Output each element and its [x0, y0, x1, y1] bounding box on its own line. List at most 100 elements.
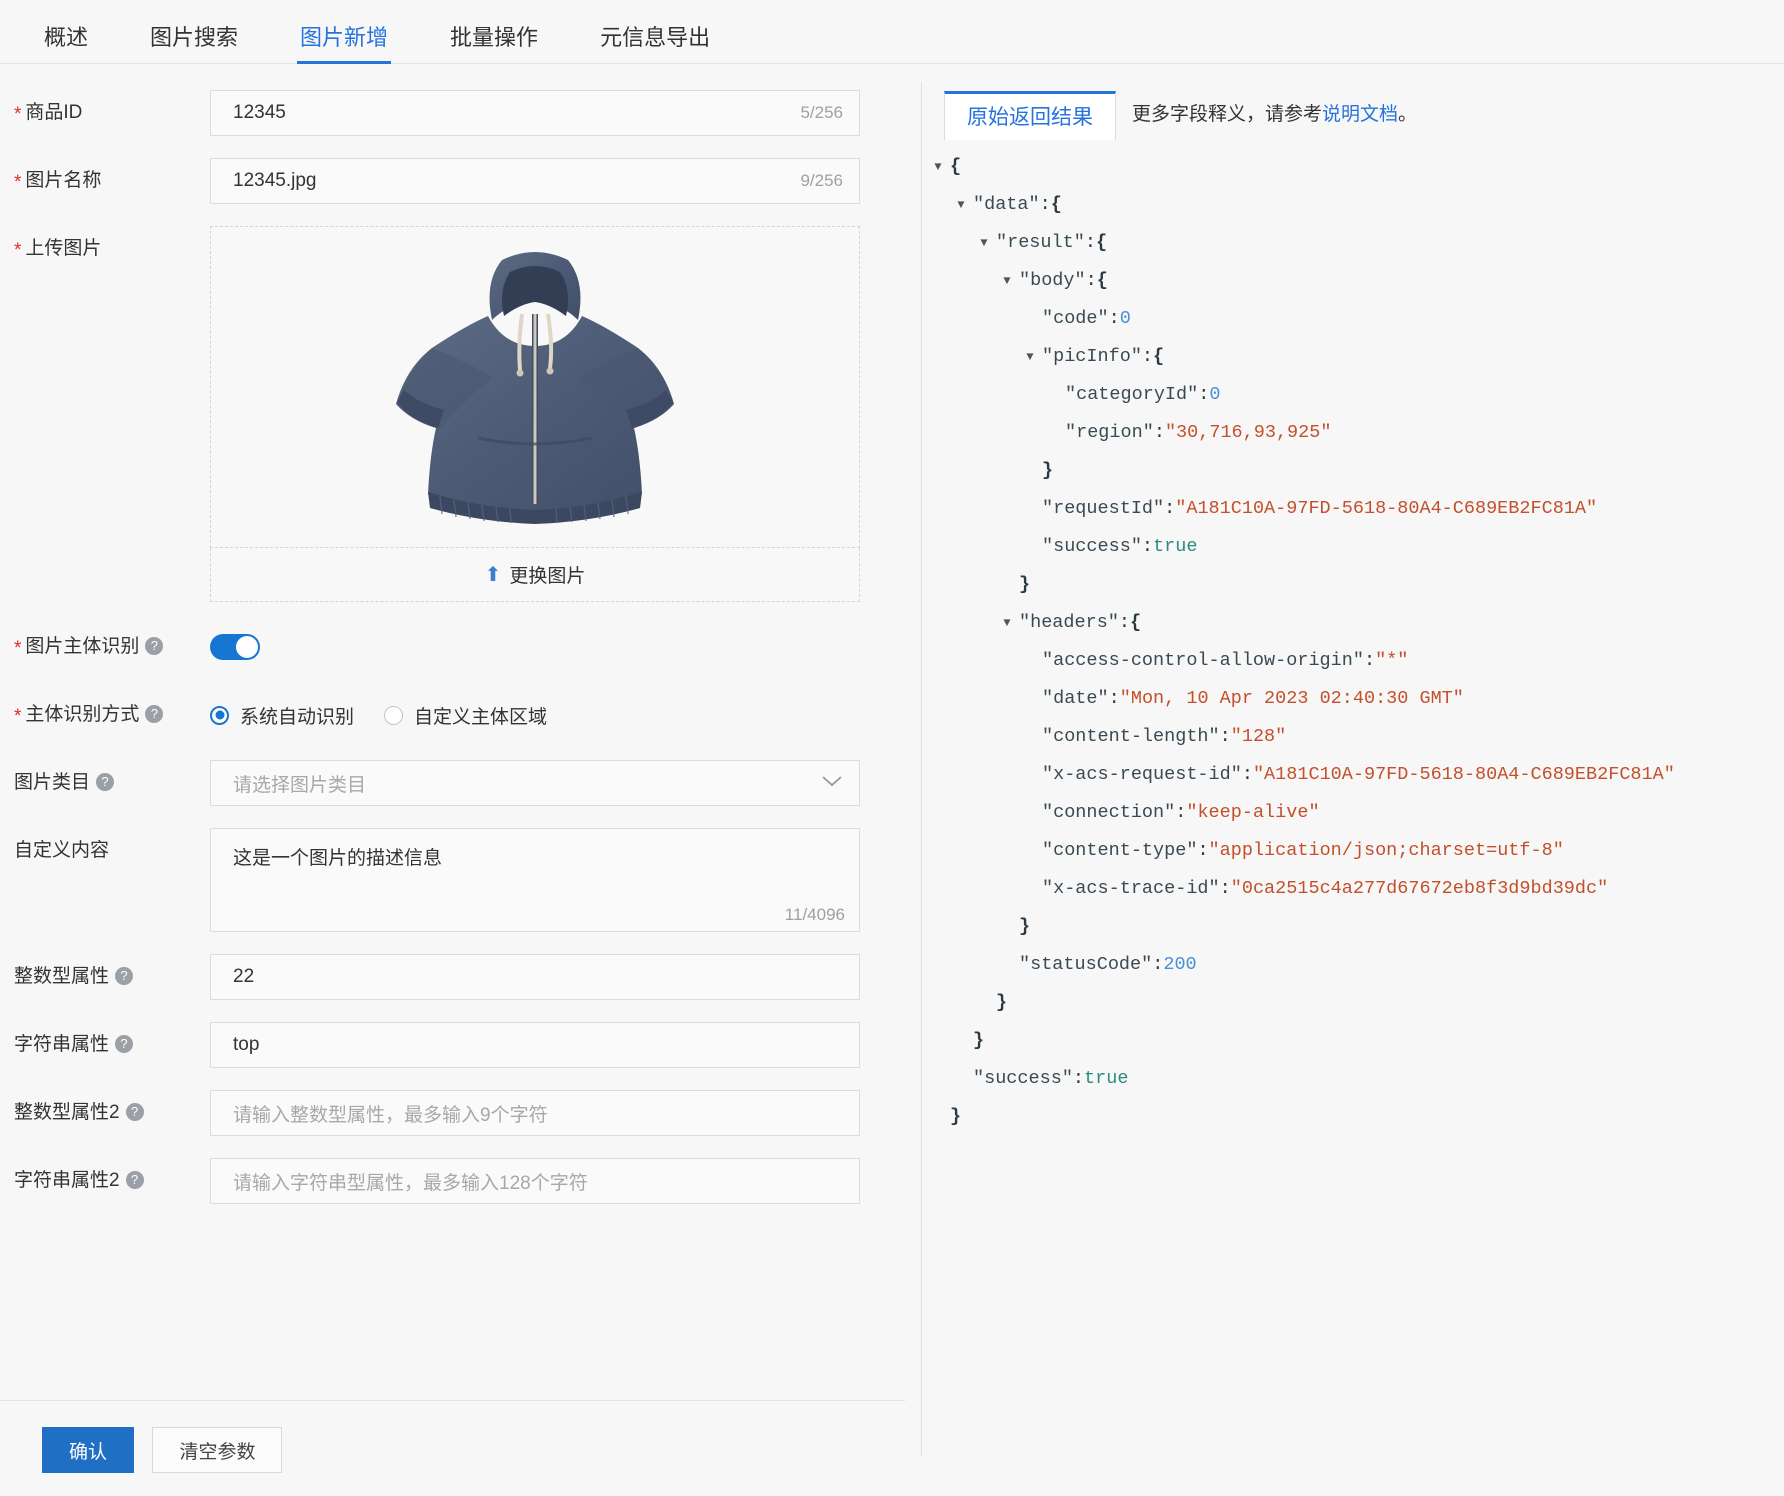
- json-value: {: [1095, 232, 1108, 253]
- json-value: "A181C10A-97FD-5618-80A4-C689EB2FC81A": [1252, 764, 1675, 785]
- json-value: "*": [1375, 650, 1409, 671]
- help-icon[interactable]: ?: [145, 705, 164, 723]
- tab-batch-operation[interactable]: 批量操作: [450, 27, 538, 63]
- int-attr-input[interactable]: 22: [210, 954, 860, 1000]
- replace-image-button[interactable]: ⬆ 更换图片: [210, 548, 860, 602]
- json-line: "x-acs-request-id" : "A181C10A-97FD-5618…: [930, 756, 1784, 794]
- tab-raw-result[interactable]: 原始返回结果: [944, 91, 1116, 140]
- required-star: *: [14, 240, 22, 261]
- json-separator: :: [1072, 1068, 1085, 1089]
- image-name-counter: 9/256: [800, 171, 843, 190]
- json-key: "access-control-allow-origin": [1042, 650, 1364, 671]
- label-str-attr2: 字符串属性2?: [14, 1158, 210, 1204]
- json-line: "content-length" : "128": [930, 718, 1784, 756]
- label-product-id: * 商品ID: [14, 102, 83, 125]
- form-row-image-name: * 图片名称 12345.jpg 9/256: [0, 158, 905, 204]
- int-attr2-input[interactable]: 请输入整数型属性，最多输入9个字符: [210, 1090, 860, 1136]
- field-custom-content: 这是一个图片的描述信息 11/4096: [210, 828, 860, 932]
- disclosure-triangle-icon[interactable]: ▼: [930, 148, 946, 186]
- label-upload-image: * 上传图片: [14, 238, 102, 261]
- field-int-attr: 22: [210, 954, 860, 1000]
- form-row-product-id: * 商品ID 12345 5/256: [0, 90, 905, 136]
- tab-meta-export[interactable]: 元信息导出: [600, 27, 710, 63]
- field-image-name: 12345.jpg 9/256: [210, 158, 860, 204]
- form-row-category: 图片类目? 请选择图片类目: [0, 760, 905, 806]
- help-icon[interactable]: ?: [115, 1035, 134, 1053]
- page-content: * 商品ID 12345 5/256 * 图片名称 12345.jpg 9/256: [0, 64, 1784, 1496]
- json-separator: :: [1153, 422, 1165, 443]
- json-separator: :: [1108, 308, 1120, 329]
- json-value: {: [950, 156, 962, 177]
- json-value: "0ca2515c4a277d67672eb8f3d9bd39dc": [1230, 878, 1609, 899]
- tab-overview[interactable]: 概述: [44, 27, 88, 63]
- disclosure-triangle-icon[interactable]: ▼: [976, 224, 992, 262]
- form-row-str-attr: 字符串属性? top: [0, 1022, 905, 1068]
- form-footer: 确认 清空参数: [0, 1400, 905, 1496]
- json-value: {: [1130, 612, 1142, 633]
- json-line: "region" : "30,716,93,925": [930, 414, 1784, 452]
- json-line: ▼ "data" : {: [930, 186, 1784, 224]
- json-value: }: [1042, 460, 1054, 481]
- clear-params-button[interactable]: 清空参数: [152, 1427, 283, 1473]
- json-value: }: [950, 1106, 962, 1127]
- form-row-custom-content: 自定义内容 这是一个图片的描述信息 11/4096: [0, 828, 905, 932]
- custom-content-textarea[interactable]: 这是一个图片的描述信息 11/4096: [210, 828, 860, 932]
- category-select[interactable]: 请选择图片类目: [210, 760, 860, 806]
- subject-detect-toggle[interactable]: [210, 634, 260, 660]
- json-line: "date" : "Mon, 10 Apr 2023 02:40:30 GMT": [930, 680, 1784, 718]
- json-value: }: [1019, 916, 1031, 937]
- json-line: "categoryId" : 0: [930, 376, 1784, 414]
- help-icon[interactable]: ?: [125, 1171, 144, 1189]
- json-key: "body": [1019, 270, 1086, 291]
- field-upload-image: ⬆ 更换图片: [210, 226, 860, 602]
- json-line: ▼ "body" : {: [930, 262, 1784, 300]
- json-line: "x-acs-trace-id" : "0ca2515c4a277d67672e…: [930, 870, 1784, 908]
- form-row-detect-mode: * 主体识别方式? 系统自动识别 自定义主体区域: [0, 692, 905, 738]
- json-key: "requestId": [1042, 498, 1165, 519]
- json-value: {: [1096, 270, 1108, 291]
- json-key: "statusCode": [1019, 954, 1153, 975]
- help-icon[interactable]: ?: [125, 1103, 144, 1121]
- tab-image-add[interactable]: 图片新增: [297, 27, 392, 64]
- confirm-button[interactable]: 确认: [42, 1427, 135, 1473]
- help-icon[interactable]: ?: [115, 967, 134, 985]
- json-separator: :: [1175, 802, 1187, 823]
- product-id-input[interactable]: 12345 5/256: [210, 90, 860, 136]
- form-row-str-attr2: 字符串属性2? 请输入字符串型属性，最多输入128个字符: [0, 1158, 905, 1204]
- json-value: "Mon, 10 Apr 2023 02:40:30 GMT": [1119, 688, 1464, 709]
- disclosure-triangle-icon[interactable]: ▼: [999, 262, 1015, 300]
- field-subject-detect: [210, 624, 860, 660]
- label-category: 图片类目?: [14, 760, 210, 806]
- json-separator: :: [1108, 688, 1120, 709]
- json-separator: :: [1084, 232, 1096, 253]
- image-name-input[interactable]: 12345.jpg 9/256: [210, 158, 860, 204]
- int-attr-value: 22: [233, 966, 255, 987]
- tab-image-search[interactable]: 图片搜索: [150, 27, 238, 63]
- json-value: "keep-alive": [1186, 802, 1320, 823]
- help-icon[interactable]: ?: [96, 773, 115, 791]
- str-attr2-input[interactable]: 请输入字符串型属性，最多输入128个字符: [210, 1158, 860, 1204]
- disclosure-triangle-icon[interactable]: ▼: [999, 604, 1015, 642]
- json-separator: :: [1219, 726, 1231, 747]
- json-key: "content-length": [1042, 726, 1220, 747]
- radio-auto-detect[interactable]: 系统自动识别: [210, 702, 354, 729]
- json-key: "data": [973, 194, 1040, 215]
- json-value: {: [1153, 346, 1165, 367]
- json-separator: :: [1118, 612, 1131, 633]
- radio-custom-region[interactable]: 自定义主体区域: [384, 702, 547, 729]
- str-attr-input[interactable]: top: [210, 1022, 860, 1068]
- product-id-counter: 5/256: [800, 103, 843, 122]
- chevron-down-icon: [821, 772, 843, 794]
- doc-link[interactable]: 说明文档: [1322, 104, 1398, 125]
- label-int-attr: 整数型属性?: [14, 954, 210, 1000]
- form-row-subject-detect: * 图片主体识别?: [0, 624, 905, 670]
- json-line: "code" : 0: [930, 300, 1784, 338]
- json-key: "categoryId": [1065, 384, 1199, 405]
- json-value: {: [1050, 194, 1062, 215]
- help-icon[interactable]: ?: [145, 637, 164, 655]
- int-attr2-placeholder: 请输入整数型属性，最多输入9个字符: [233, 1104, 548, 1126]
- image-preview-dropzone[interactable]: [210, 226, 860, 548]
- json-line: }: [930, 984, 1784, 1022]
- disclosure-triangle-icon[interactable]: ▼: [1022, 338, 1038, 376]
- disclosure-triangle-icon[interactable]: ▼: [953, 186, 969, 224]
